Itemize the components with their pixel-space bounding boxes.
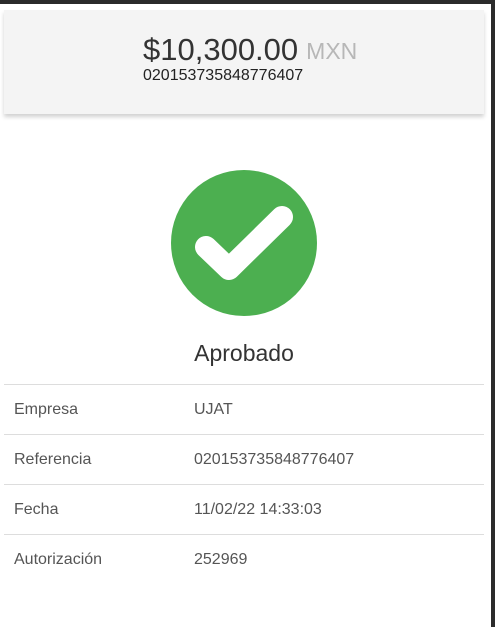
date-label: Fecha bbox=[14, 501, 59, 518]
detail-row-reference: Referencia 020153735848776407 bbox=[4, 435, 484, 485]
authorization-label: Autorización bbox=[14, 551, 103, 568]
authorization-value: 252969 bbox=[194, 551, 248, 568]
amount-row: $10,300.00 MXN bbox=[143, 34, 357, 65]
reference-value: 020153735848776407 bbox=[194, 451, 355, 468]
checkmark-icon bbox=[195, 206, 293, 280]
top-border bbox=[0, 0, 495, 4]
reference-label: Referencia bbox=[14, 451, 92, 468]
detail-row-authorization: Autorización 252969 bbox=[4, 535, 484, 585]
transaction-details: Empresa UJAT Referencia 0201537358487764… bbox=[4, 384, 484, 585]
company-label: Empresa bbox=[14, 401, 79, 418]
approval-status: Aprobado bbox=[194, 340, 294, 366]
payment-amount: $10,300.00 bbox=[143, 32, 299, 67]
payment-reference: 020153735848776407 bbox=[143, 67, 304, 84]
detail-row-date: Fecha 11/02/22 14:33:03 bbox=[4, 485, 484, 535]
detail-row-company: Empresa UJAT bbox=[4, 385, 484, 435]
currency-code: MXN bbox=[306, 38, 358, 64]
company-value: UJAT bbox=[194, 401, 233, 418]
date-value: 11/02/22 14:33:03 bbox=[194, 501, 322, 518]
right-border bbox=[491, 0, 495, 627]
check-circle-icon bbox=[171, 170, 317, 316]
payment-summary-card: $10,300.00 MXN 020153735848776407 bbox=[4, 10, 484, 114]
